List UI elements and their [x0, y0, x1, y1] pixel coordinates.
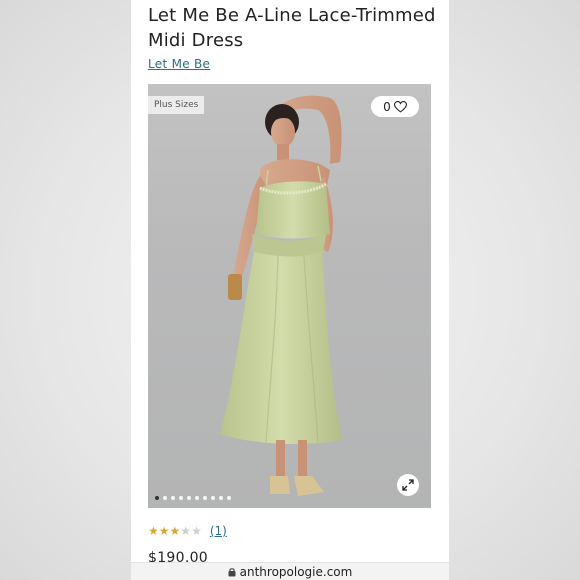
star-empty-icon: ★ — [191, 524, 202, 538]
product-rating[interactable]: ★ ★ ★ ★ ★ (1) — [148, 524, 227, 538]
star-filled-icon: ★ — [148, 524, 159, 538]
star-filled-icon: ★ — [158, 524, 170, 538]
product-page: Let Me Be A-Line Lace-Trimmed Midi Dress… — [131, 0, 449, 580]
review-count-link[interactable]: (1) — [210, 524, 227, 538]
carousel-dot[interactable] — [179, 496, 183, 500]
carousel-dot[interactable] — [227, 496, 231, 500]
carousel-dot[interactable] — [155, 496, 159, 500]
star-filled-icon: ★ — [169, 524, 181, 538]
carousel-dot[interactable] — [211, 496, 215, 500]
product-title: Let Me Be A-Line Lace-Trimmed Midi Dress — [148, 5, 436, 51]
browser-url-bar[interactable]: anthropologie.com — [131, 562, 449, 580]
carousel-dot[interactable] — [203, 496, 207, 500]
carousel-dot[interactable] — [219, 496, 223, 500]
product-image-gallery[interactable]: Plus Sizes 0 — [148, 84, 431, 508]
plus-sizes-badge: Plus Sizes — [148, 96, 205, 114]
carousel-dots — [155, 496, 231, 500]
rating-stars: ★ ★ ★ ★ ★ — [148, 524, 202, 538]
heart-icon — [393, 100, 407, 113]
carousel-dot[interactable] — [163, 496, 167, 500]
brand-link[interactable]: Let Me Be — [148, 57, 210, 71]
carousel-dot[interactable] — [195, 496, 199, 500]
expand-icon — [402, 479, 414, 491]
wishlist-button[interactable]: 0 — [371, 96, 419, 117]
carousel-dot[interactable] — [171, 496, 175, 500]
url-domain: anthropologie.com — [239, 565, 353, 579]
screenshot-stage: Let Me Be A-Line Lace-Trimmed Midi Dress… — [0, 0, 580, 580]
product-photo — [220, 95, 342, 496]
lock-icon — [228, 568, 236, 577]
expand-image-button[interactable] — [397, 474, 419, 496]
star-empty-icon: ★ — [180, 524, 192, 538]
carousel-dot[interactable] — [187, 496, 191, 500]
wishlist-count: 0 — [383, 99, 391, 114]
